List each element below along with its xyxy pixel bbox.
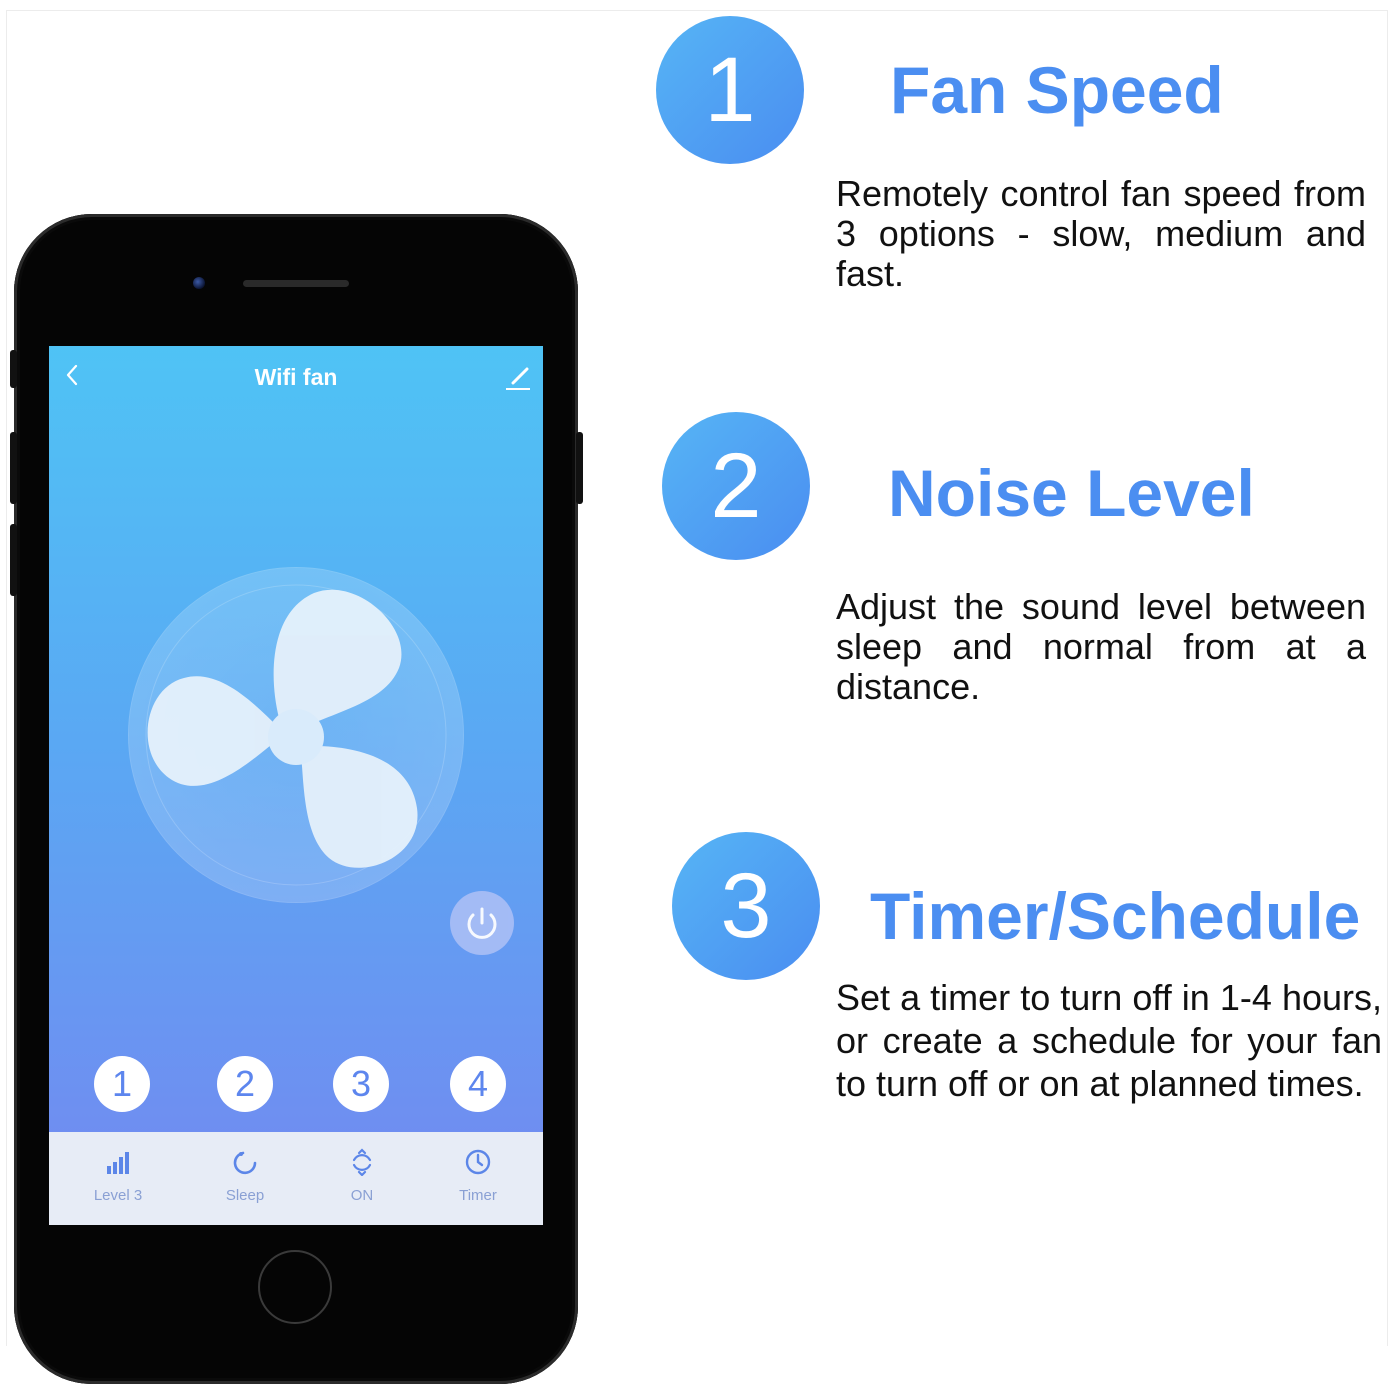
tab-timer[interactable]: Timer bbox=[428, 1132, 528, 1225]
app-title: Wifi fan bbox=[254, 364, 338, 390]
phone-side-button bbox=[576, 432, 583, 504]
phone-side-button bbox=[10, 350, 17, 388]
feature-title: Noise Level bbox=[888, 456, 1255, 530]
front-camera bbox=[193, 277, 205, 289]
tab-label: Timer bbox=[459, 1187, 497, 1204]
tab-on[interactable]: ON bbox=[312, 1132, 412, 1225]
tab-label: Level 3 bbox=[93, 1187, 143, 1204]
power-icon bbox=[467, 907, 497, 939]
tab-label: Sleep bbox=[225, 1187, 265, 1204]
clock-icon bbox=[465, 1149, 491, 1175]
moon-icon bbox=[233, 1151, 257, 1175]
tab-label: ON bbox=[350, 1187, 374, 1204]
number-badge: 1 bbox=[94, 1056, 150, 1112]
edit-button[interactable] bbox=[503, 362, 533, 392]
signal-bars-icon bbox=[107, 1152, 129, 1174]
number-badge: 4 bbox=[450, 1056, 506, 1112]
number-badge: 2 bbox=[217, 1056, 273, 1112]
power-button[interactable] bbox=[450, 891, 514, 955]
tab-level[interactable]: Level 3 bbox=[68, 1132, 168, 1225]
fan-icon bbox=[145, 584, 447, 886]
phone-side-button bbox=[10, 524, 17, 596]
feature-description: Remotely control fan speed from 3 option… bbox=[836, 173, 1366, 294]
feature-description: Adjust the sound level between sleep and… bbox=[836, 586, 1366, 707]
feature-number-badge: 1 bbox=[656, 16, 804, 164]
number-badge: 3 bbox=[333, 1056, 389, 1112]
phone-side-button bbox=[10, 432, 17, 504]
feature-title: Timer/Schedule bbox=[870, 879, 1361, 953]
bottom-tab-bar: Level 3 Sleep ON Timer bbox=[49, 1132, 543, 1225]
fan-illustration bbox=[129, 568, 463, 902]
swing-icon bbox=[352, 1148, 372, 1176]
edit-pencil-icon bbox=[506, 367, 530, 390]
feature-number-badge: 3 bbox=[672, 832, 820, 980]
feature-description: Set a timer to turn off in 1-4 hours, or… bbox=[836, 977, 1382, 1104]
tab-sleep[interactable]: Sleep bbox=[195, 1132, 295, 1225]
app-screen: Wifi fan 1 2 3 4 Level 3 Sleep ON Timer bbox=[49, 346, 543, 1225]
feature-number-badge: 2 bbox=[662, 412, 810, 560]
home-button[interactable] bbox=[258, 1250, 332, 1324]
feature-title: Fan Speed bbox=[890, 53, 1224, 127]
earpiece-speaker bbox=[243, 280, 349, 287]
